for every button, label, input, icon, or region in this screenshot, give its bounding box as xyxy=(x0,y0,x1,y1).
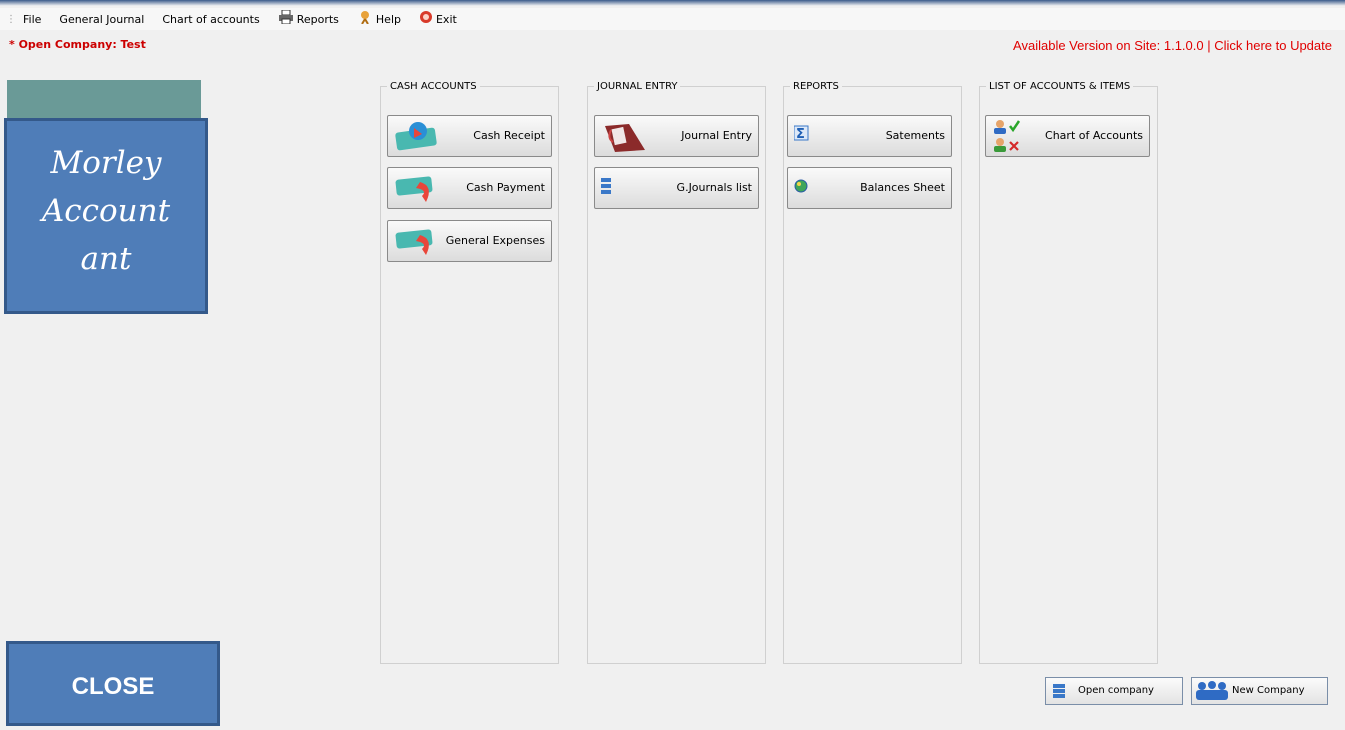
globe-icon xyxy=(794,172,842,206)
window-top-border xyxy=(0,0,1345,6)
update-link[interactable]: Available Version on Site: 1.1.0.0 | Cli… xyxy=(1013,38,1332,53)
new-company-label: New Company xyxy=(1232,685,1305,696)
users-icon xyxy=(992,120,1040,154)
group-reports: REPORTS Σ Satements Balances Sheet xyxy=(783,81,962,664)
group-reports-title: REPORTS xyxy=(790,81,842,92)
menu-chart-of-accounts-label: Chart of accounts xyxy=(162,12,260,26)
group-journal-entry-title: JOURNAL ENTRY xyxy=(594,81,681,92)
menu-file-label: File xyxy=(23,12,42,26)
cash-receipt-label: Cash Receipt xyxy=(473,129,545,142)
printer-icon xyxy=(278,9,294,28)
side-banner xyxy=(7,80,201,122)
menu-chart-of-accounts[interactable]: Chart of accounts xyxy=(153,8,268,30)
general-expenses-button[interactable]: General Expenses xyxy=(387,220,552,262)
svg-text:Σ: Σ xyxy=(796,127,805,142)
menu-reports-label: Reports xyxy=(296,12,339,26)
exit-icon xyxy=(419,10,433,28)
status-strip xyxy=(220,716,1345,726)
group-journal-entry: JOURNAL ENTRY Journal Entry G.Journals l… xyxy=(587,81,766,664)
menu-help-label: Help xyxy=(375,12,401,26)
logo-line-1: Morley xyxy=(50,145,162,181)
open-company-label: Open company xyxy=(1078,685,1154,696)
new-company-button[interactable]: New Company xyxy=(1191,677,1328,705)
statements-button[interactable]: Σ Satements xyxy=(787,115,952,157)
menu-general-journal[interactable]: General Journal xyxy=(50,8,153,30)
cash-receipt-icon xyxy=(394,120,442,154)
list-icon xyxy=(601,172,649,206)
journal-entry-label: Journal Entry xyxy=(681,129,752,142)
menu-exit[interactable]: Exit xyxy=(410,8,466,30)
toolbar-grip[interactable]: ⋮ xyxy=(6,14,16,25)
menu-bar: ⋮ File General Journal Chart of accounts… xyxy=(0,8,1345,30)
balances-sheet-label: Balances Sheet xyxy=(860,181,945,194)
group-cash-accounts-title: CASH ACCOUNTS xyxy=(387,81,480,92)
open-company-status: * Open Company: Test xyxy=(9,38,146,51)
g-journals-list-label: G.Journals list xyxy=(676,181,752,194)
cash-payment-button[interactable]: Cash Payment xyxy=(387,167,552,209)
cash-receipt-button[interactable]: Cash Receipt xyxy=(387,115,552,157)
journal-entry-button[interactable]: Journal Entry xyxy=(594,115,759,157)
cash-payment-icon xyxy=(394,172,442,206)
g-journals-list-button[interactable]: G.Journals list xyxy=(594,167,759,209)
cash-payment-label: Cash Payment xyxy=(466,181,545,194)
general-expenses-icon xyxy=(394,225,442,259)
menu-reports[interactable]: Reports xyxy=(269,8,348,30)
statements-label: Satements xyxy=(885,129,945,142)
group-cash-accounts: CASH ACCOUNTS Cash Receipt Cash Payment … xyxy=(380,81,559,664)
people-icon xyxy=(1194,680,1230,705)
journal-entry-icon xyxy=(601,120,649,154)
app-logo: Morley Account ant xyxy=(4,118,208,314)
database-icon xyxy=(1051,683,1067,702)
logo-line-2: Account xyxy=(41,193,171,229)
general-expenses-label: General Expenses xyxy=(445,234,545,247)
logo-line-3: ant xyxy=(80,241,132,277)
open-company-button[interactable]: Open company xyxy=(1045,677,1183,705)
chart-of-accounts-label: Chart of Accounts xyxy=(1045,129,1143,142)
menu-general-journal-label: General Journal xyxy=(59,12,145,26)
group-list-of-accounts-title: LIST OF ACCOUNTS & ITEMS xyxy=(986,81,1134,92)
chart-of-accounts-button[interactable]: Chart of Accounts xyxy=(985,115,1150,157)
menu-exit-label: Exit xyxy=(435,12,457,26)
close-button[interactable]: CLOSE xyxy=(6,641,220,726)
balances-sheet-button[interactable]: Balances Sheet xyxy=(787,167,952,209)
menu-file[interactable]: File xyxy=(14,8,50,30)
help-icon xyxy=(357,10,373,28)
menu-help[interactable]: Help xyxy=(348,8,410,30)
group-list-of-accounts: LIST OF ACCOUNTS & ITEMS Chart of Accoun… xyxy=(979,81,1158,664)
sigma-icon: Σ xyxy=(793,120,842,154)
